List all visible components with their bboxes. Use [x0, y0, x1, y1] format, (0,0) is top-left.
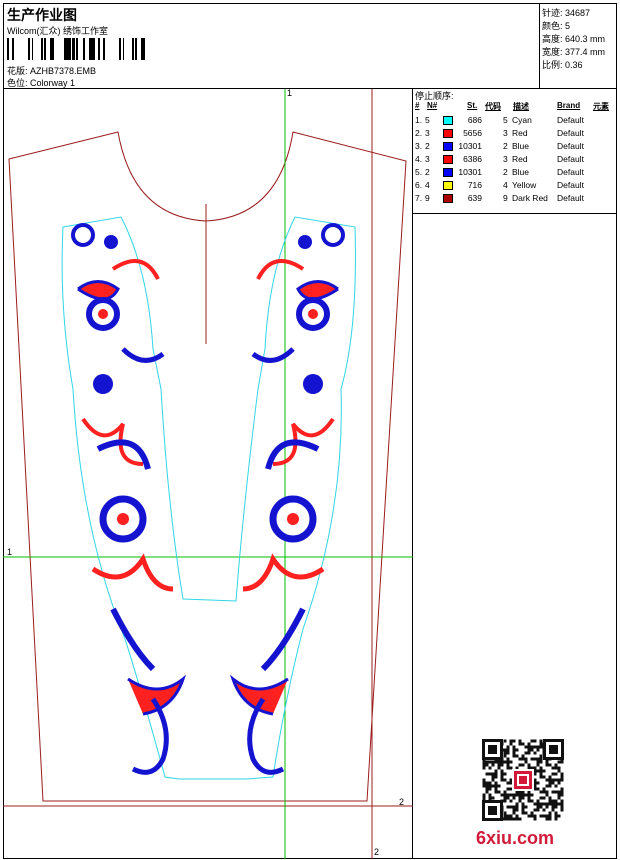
row-needle: 3	[425, 154, 430, 164]
sequence-row: 4. 3 6386 3 Red Default	[413, 154, 617, 167]
row-needle: 2	[425, 167, 430, 177]
row-code: 4	[503, 180, 508, 190]
row-brand: Default	[557, 180, 584, 190]
design-scale: 比例: 0.36	[542, 60, 583, 70]
left-motif	[71, 223, 187, 775]
row-needle: 3	[425, 128, 430, 138]
sequence-row: 7. 9 639 9 Dark Red Default	[413, 193, 617, 206]
row-index: 5.	[415, 167, 423, 177]
sequence-row: 6. 4 716 4 Yellow Default	[413, 180, 617, 193]
sequence-row: 5. 2 10301 2 Blue Default	[413, 167, 617, 180]
col-header-element: 元素	[593, 102, 609, 111]
header-panel: 生产作业图 Wilcom(汇众) 绣饰工作室 花版: AZHB7378.EMB …	[3, 3, 540, 89]
row-index: 2.	[415, 128, 423, 138]
colorway-label: 色位:	[7, 78, 28, 88]
outline-label-h2: 2	[399, 797, 404, 807]
color-count: 颜色: 5	[542, 21, 571, 31]
colorway-line: 色位: Colorway 1	[7, 76, 75, 89]
row-brand: Default	[557, 128, 584, 138]
row-description: Red	[512, 128, 528, 138]
watermark-site: 6xiu.com	[476, 828, 555, 848]
row-code: 3	[503, 154, 508, 164]
row-description: Red	[512, 154, 528, 164]
row-needle: 5	[425, 115, 430, 125]
row-stitches: 10301	[458, 141, 482, 151]
row-code: 9	[503, 193, 508, 203]
color-swatch	[443, 116, 453, 125]
color-swatch	[443, 181, 453, 190]
right-motif	[229, 223, 345, 775]
row-index: 6.	[415, 180, 423, 190]
row-index: 4.	[415, 154, 423, 164]
colorway-value: Colorway 1	[30, 78, 76, 88]
row-index: 1.	[415, 115, 423, 125]
color-swatch	[443, 129, 453, 138]
color-swatch	[443, 155, 453, 164]
row-description: Dark Red	[512, 193, 548, 203]
row-code: 2	[503, 167, 508, 177]
row-description: Yellow	[512, 180, 537, 190]
page-title: 生产作业图	[7, 7, 77, 23]
design-file-name: AZHB7378.EMB	[30, 66, 97, 76]
row-index: 3.	[415, 141, 423, 151]
row-brand: Default	[557, 193, 584, 203]
row-description: Blue	[512, 141, 530, 151]
row-stitches: 639	[467, 193, 482, 203]
design-width: 宽度: 377.4 mm	[542, 47, 606, 57]
row-needle: 2	[425, 141, 430, 151]
sequence-row: 2. 3 5656 3 Red Default	[413, 128, 617, 141]
sequence-row: 1. 5 686 5 Cyan Default	[413, 115, 617, 128]
design-height: 高度: 640.3 mm	[542, 34, 606, 44]
guide-label-h1: 1	[7, 547, 12, 557]
col-header-needle: N#	[427, 101, 438, 110]
row-needle: 4	[425, 180, 430, 190]
row-code: 3	[503, 128, 508, 138]
design-label: 花版:	[7, 66, 28, 76]
sequence-row: 3. 2 10301 2 Blue Default	[413, 141, 617, 154]
color-swatch	[443, 194, 453, 203]
row-code: 5	[503, 115, 508, 125]
qr-code	[482, 739, 564, 821]
row-description: Cyan	[512, 115, 532, 125]
company-name: Wilcom(汇众) 绣饰工作室	[7, 26, 108, 36]
row-stitches: 6386	[463, 154, 482, 164]
row-description: Blue	[512, 167, 530, 177]
row-stitches: 10301	[458, 167, 482, 177]
row-stitches: 716	[467, 180, 482, 190]
row-code: 2	[503, 141, 508, 151]
barcode	[7, 38, 145, 60]
col-header-description: 描述	[513, 102, 529, 111]
design-preview: 1 1 2 2	[3, 88, 413, 859]
garment-outline	[8, 131, 407, 802]
row-brand: Default	[557, 115, 584, 125]
row-stitches: 686	[467, 115, 482, 125]
row-brand: Default	[557, 141, 584, 151]
col-header-stitches: St.	[467, 101, 478, 110]
stop-sequence-table: 停止顺序: # N# St. 代码 描述 Brand 元素 1. 5 686 5 Cya…	[413, 89, 617, 214]
row-stitches: 5656	[463, 128, 482, 138]
row-brand: Default	[557, 154, 584, 164]
guide-label-v1: 1	[287, 89, 292, 98]
row-needle: 9	[425, 193, 430, 203]
row-index: 7.	[415, 193, 423, 203]
embroidery-canvas: 1 1 2 2	[3, 88, 413, 859]
col-header-index: #	[415, 101, 420, 110]
stitch-count: 针迹: 34687	[542, 8, 591, 18]
outline-label-v2: 2	[374, 847, 379, 857]
col-header-code: 代码	[485, 102, 501, 111]
col-header-brand: Brand	[557, 101, 581, 110]
stats-panel: 针迹: 34687 颜色: 5 高度: 640.3 mm 宽度: 377.4 m…	[540, 3, 617, 89]
color-swatch	[443, 142, 453, 151]
row-brand: Default	[557, 167, 584, 177]
color-swatch	[443, 168, 453, 177]
